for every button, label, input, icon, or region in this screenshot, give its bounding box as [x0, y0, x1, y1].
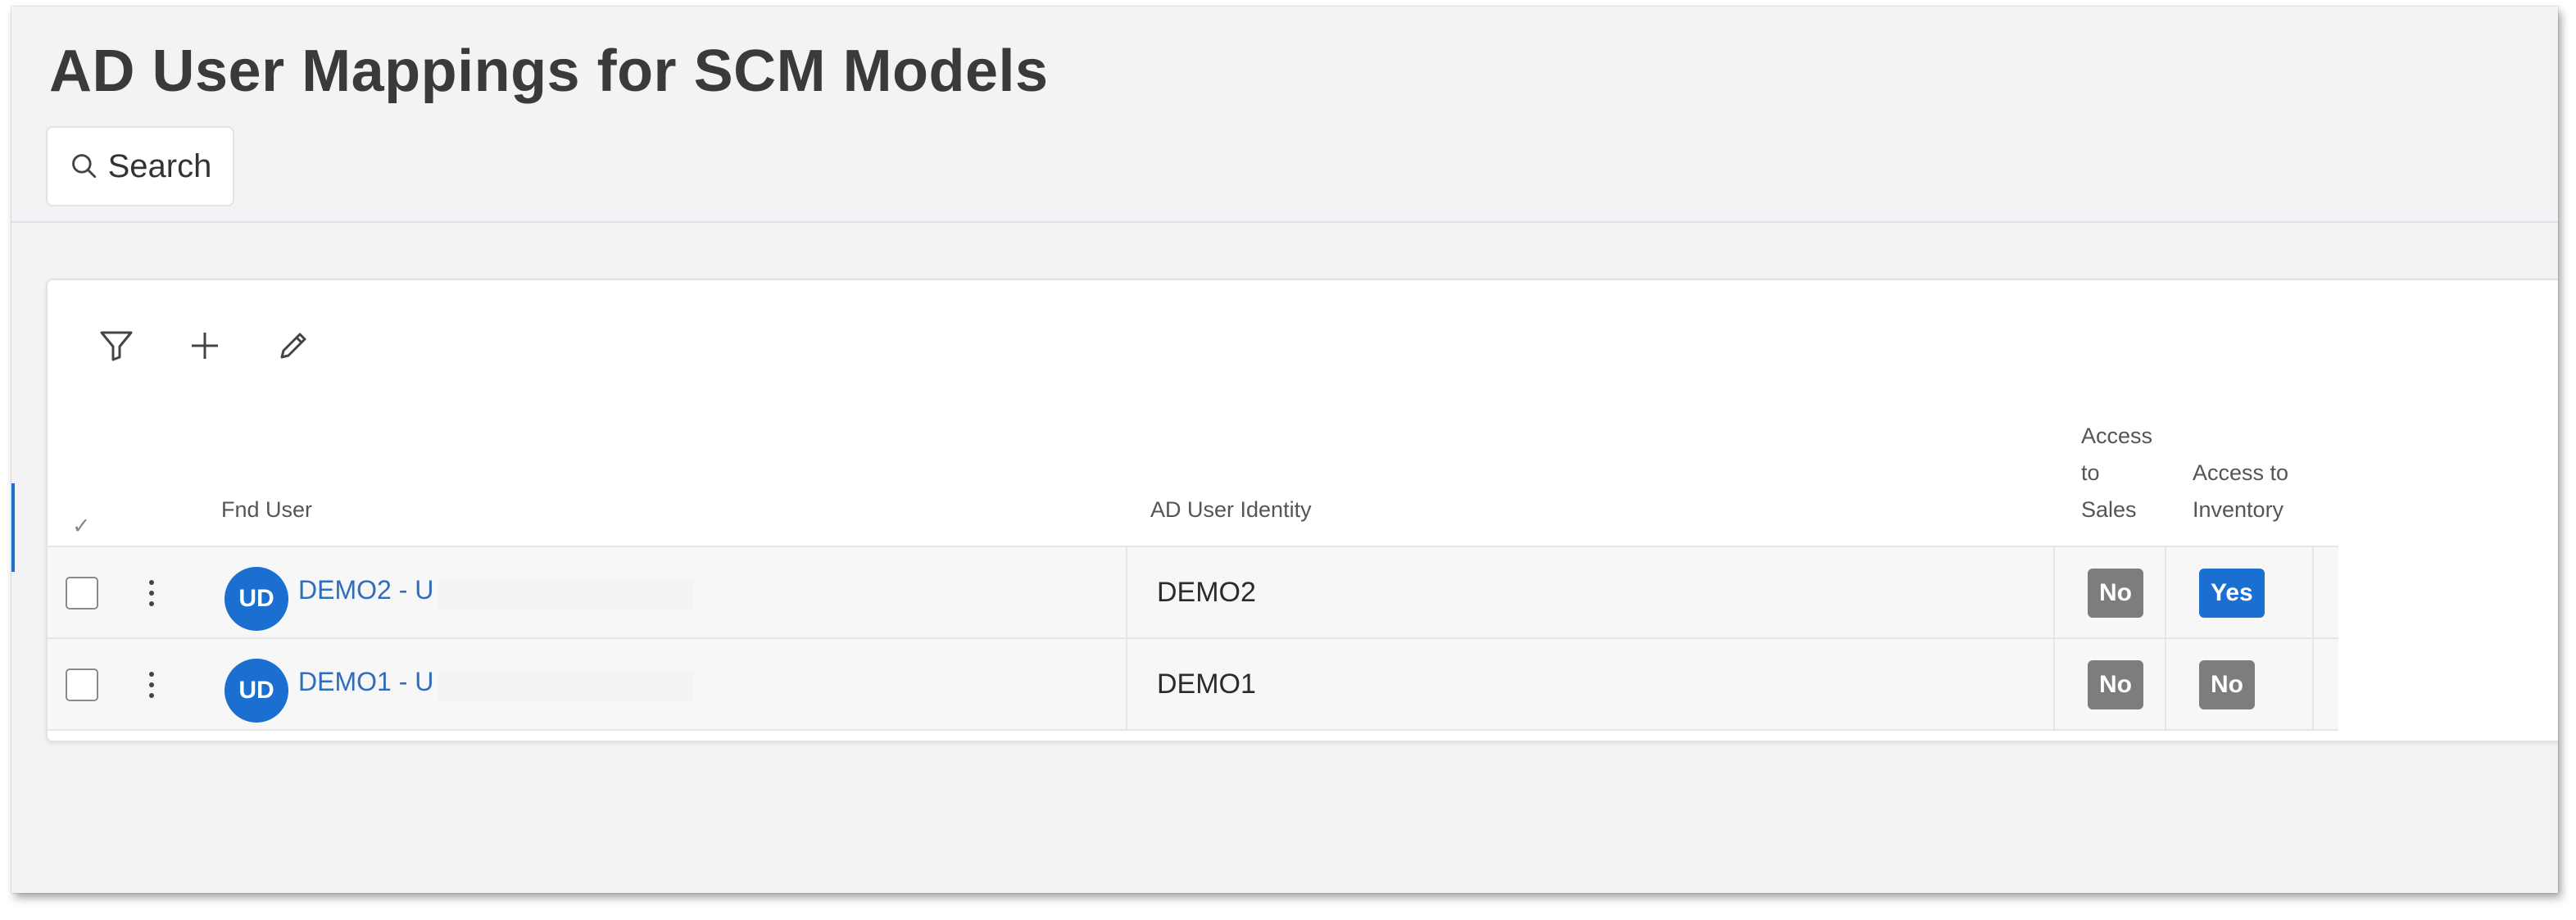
- page-title: AD User Mappings for SCM Models: [49, 39, 1049, 104]
- row-menu-icon[interactable]: [147, 578, 156, 608]
- ad-user-identity-value: DEMO2: [1157, 577, 1256, 608]
- search-icon: [71, 154, 96, 179]
- column-header-access-to-sales[interactable]: Access to Sales: [2081, 418, 2152, 528]
- access-to-sales-badge: No: [2088, 569, 2143, 618]
- access-to-inventory-badge: Yes: [2199, 569, 2265, 618]
- table-card: ✓ Fnd User AD User Identity Access to Sa…: [46, 279, 2558, 742]
- app-window: AD User Mappings for SCM Models Search ✓…: [11, 7, 2558, 893]
- row-menu-icon[interactable]: [147, 670, 156, 700]
- fnd-user-link[interactable]: DEMO1 - U: [298, 667, 433, 697]
- row-checkbox[interactable]: [66, 668, 98, 701]
- header-divider: [11, 221, 2558, 223]
- access-to-inventory-badge: No: [2199, 660, 2255, 709]
- add-button[interactable]: [185, 326, 224, 365]
- access-to-sales-badge: No: [2088, 660, 2143, 709]
- pencil-icon: [280, 333, 306, 359]
- redacted-text: [438, 580, 693, 610]
- row-checkbox[interactable]: [66, 577, 98, 610]
- redacted-text: [438, 672, 693, 701]
- plus-icon: [192, 333, 218, 359]
- column-header-ad-user-identity[interactable]: AD User Identity: [1150, 492, 1312, 528]
- search-button-label: Search: [107, 147, 212, 184]
- edit-button[interactable]: [274, 326, 313, 365]
- table-row[interactable]: UD DEMO2 - U DEMO2 No Yes: [48, 546, 2338, 637]
- avatar: UD: [224, 567, 288, 631]
- left-accent-bar: [11, 483, 15, 572]
- ad-user-identity-value: DEMO1: [1157, 668, 1256, 700]
- column-header-access-to-inventory[interactable]: Access to Inventory: [2193, 455, 2288, 528]
- avatar: UD: [224, 659, 288, 723]
- search-button[interactable]: Search: [46, 126, 234, 206]
- column-header-fnd-user[interactable]: Fnd User: [221, 492, 312, 528]
- fnd-user-link[interactable]: DEMO2 - U: [298, 575, 433, 605]
- filter-button[interactable]: [97, 326, 136, 365]
- select-all-checkmark[interactable]: ✓: [72, 508, 91, 545]
- table-row[interactable]: UD DEMO1 - U DEMO1 No No: [48, 637, 2338, 731]
- filter-icon: [100, 331, 133, 361]
